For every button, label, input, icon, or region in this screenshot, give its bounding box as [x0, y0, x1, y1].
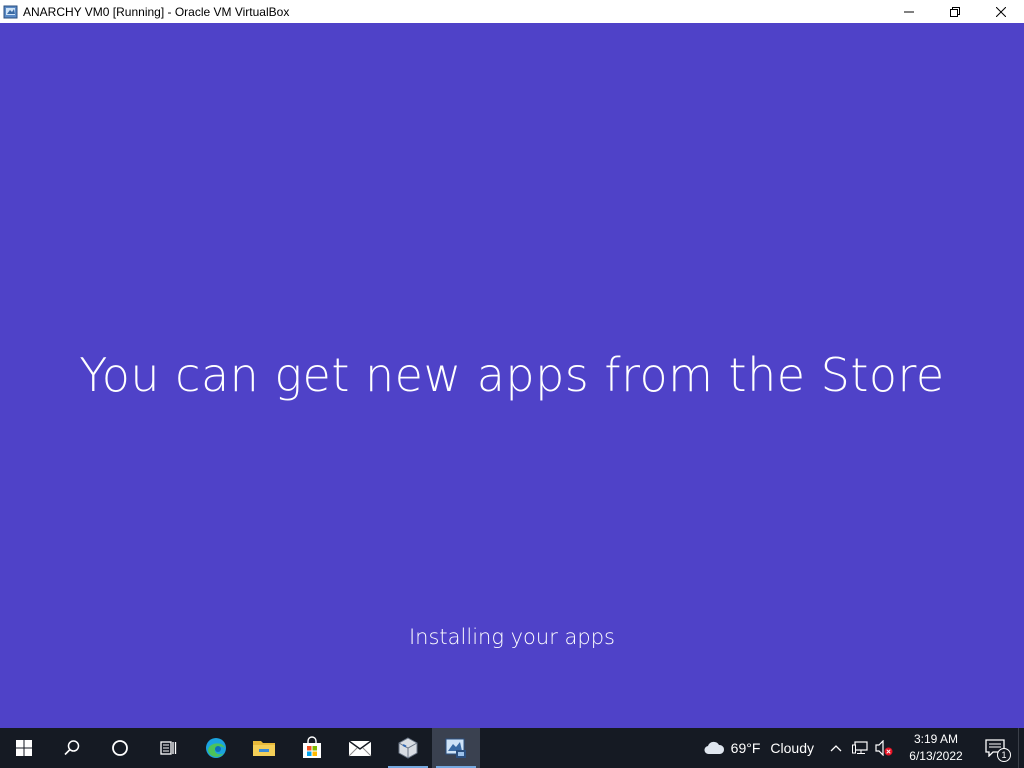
virtualbox-manager-button[interactable]	[384, 728, 432, 768]
store-button[interactable]	[288, 728, 336, 768]
setup-heading: You can get new apps from the Store	[79, 348, 945, 402]
windows-start-icon	[16, 740, 32, 756]
virtualbox-vm-icon	[445, 738, 466, 758]
cloud-icon	[704, 741, 724, 755]
action-center-button[interactable]: 1	[972, 728, 1018, 768]
vm-display[interactable]: You can get new apps from the Store Inst…	[0, 23, 1024, 728]
weather-widget[interactable]: 69°F Cloudy	[703, 740, 814, 756]
mail-button[interactable]	[336, 728, 384, 768]
weather-condition: Cloudy	[770, 740, 814, 756]
taskbar: 69°F Cloudy 3:19 AM 6/13/2022 1	[0, 728, 1024, 768]
mail-icon	[348, 740, 372, 757]
store-icon	[303, 736, 321, 758]
clock-time: 3:19 AM	[913, 732, 959, 746]
virtualbox-icon	[398, 737, 418, 759]
show-hidden-icons-button[interactable]	[824, 728, 848, 768]
start-button[interactable]	[0, 728, 48, 768]
weather-temperature: 69°F	[730, 740, 761, 756]
window-title: ANARCHY VM0 [Running] - Oracle VM Virtua…	[23, 4, 290, 19]
close-button[interactable]	[978, 0, 1024, 23]
speaker-muted-icon	[875, 740, 893, 756]
virtualbox-vm-button[interactable]	[432, 728, 480, 768]
search-icon	[64, 740, 80, 756]
task-view-icon	[160, 741, 177, 755]
restore-icon	[950, 6, 960, 17]
notification-count-badge: 1	[997, 748, 1011, 762]
task-view-button[interactable]	[144, 728, 192, 768]
search-button[interactable]	[48, 728, 96, 768]
file-explorer-button[interactable]	[240, 728, 288, 768]
show-desktop-button[interactable]	[1018, 728, 1024, 768]
chevron-up-icon	[830, 745, 842, 752]
cortana-button[interactable]	[96, 728, 144, 768]
cortana-icon	[112, 740, 128, 756]
network-button[interactable]	[848, 728, 872, 768]
edge-button[interactable]	[192, 728, 240, 768]
virtualbox-app-icon[interactable]	[3, 4, 19, 20]
minimize-button[interactable]	[886, 0, 932, 23]
file-explorer-icon	[253, 741, 275, 756]
clock-date: 6/13/2022	[909, 749, 963, 763]
minimize-icon	[904, 11, 914, 12]
restore-button[interactable]	[932, 0, 978, 23]
clock[interactable]: 3:19 AM 6/13/2022	[900, 731, 972, 765]
setup-status-text: Installing your apps	[408, 625, 615, 649]
volume-button[interactable]	[872, 728, 896, 768]
close-icon	[996, 6, 1006, 17]
edge-icon	[206, 738, 226, 758]
network-icon	[852, 741, 868, 754]
window-title-bar: ANARCHY VM0 [Running] - Oracle VM Virtua…	[0, 0, 1024, 23]
